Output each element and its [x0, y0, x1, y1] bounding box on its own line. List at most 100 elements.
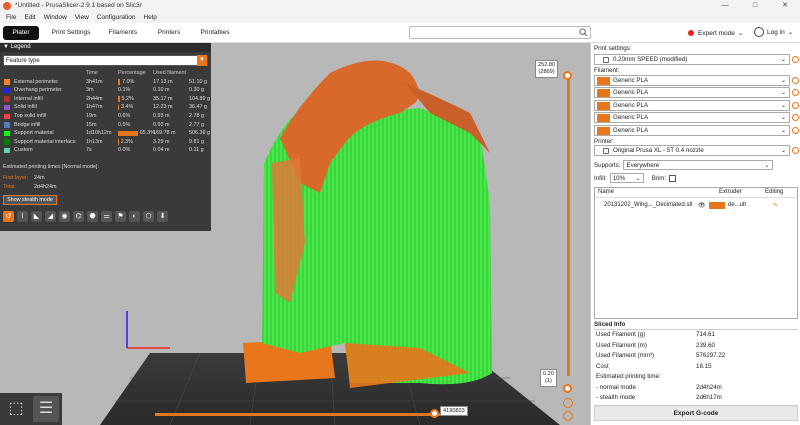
print-profile-select[interactable]: 0.20mm SPEED (modified) ⌄: [594, 54, 790, 65]
color-changes-icon[interactable]: ⬣: [87, 211, 98, 222]
printer-settings-gear-icon[interactable]: [792, 147, 799, 154]
sliced-info-key: Cost: [596, 362, 609, 370]
print-profile-value: 0.20mm SPEED (modified): [613, 56, 688, 63]
menu-window[interactable]: Window: [44, 14, 67, 21]
filament-select-2[interactable]: Generic PLA ⌄: [594, 87, 790, 99]
sliced-info-key: Used Filament (m): [596, 341, 647, 349]
layer-slider-track[interactable]: [567, 76, 570, 376]
tab-printables[interactable]: Printables: [196, 26, 234, 40]
filament-select-5[interactable]: Generic PLA ⌄: [594, 124, 790, 136]
layer-top-height: 252.80: [538, 62, 556, 68]
legend-row[interactable]: Solid infill 1h47m 3.4% 12.23 m 36.47 g: [3, 103, 208, 112]
layer-slider-top-knob[interactable]: [563, 71, 572, 80]
custom-gcodes-icon[interactable]: ⚑: [115, 211, 126, 222]
legend-feature-time: 1d10h12m: [86, 130, 112, 137]
deretractions-icon[interactable]: ◢: [45, 211, 56, 222]
tool-changes-icon[interactable]: ⌬: [73, 211, 84, 222]
shells-icon[interactable]: ⬡: [143, 211, 154, 222]
edit-icon[interactable]: ✎: [773, 202, 778, 209]
legend-row[interactable]: Support material 1d10h12m 65.3% 169.78 m 506…: [3, 129, 210, 138]
filament-select-1[interactable]: Generic PLA ⌄: [594, 75, 790, 86]
view-type-select[interactable]: Feature type ▼: [3, 55, 208, 66]
legend-header[interactable]: ▼ Legend: [0, 43, 211, 52]
legend-feature-time: 7s: [86, 147, 92, 154]
chevron-down-icon: ⌄: [737, 30, 744, 37]
move-slider-knob[interactable]: [430, 409, 439, 418]
tool-marker-icon[interactable]: ⬇: [157, 211, 168, 222]
filament-select-3[interactable]: Generic PLA ⌄: [594, 99, 790, 111]
object-row[interactable]: 20131202_Wing..._Decimated.stl 👁 de...ul…: [595, 201, 797, 211]
legend-row[interactable]: Internal infill 2h44m 5.2% 35.17 m 104.89 g: [3, 95, 210, 104]
mode-selector[interactable]: Expert mode ⌄: [688, 29, 743, 37]
legend-feature-length: 0.10 m: [153, 87, 170, 94]
filament-settings-gear-icon[interactable]: [792, 77, 799, 84]
filament-settings-gear-icon[interactable]: [792, 101, 799, 109]
center-of-gravity-icon[interactable]: ◐: [129, 211, 140, 222]
minimize-button[interactable]: —: [710, 0, 740, 11]
supports-select[interactable]: Everywhere ⌄: [623, 160, 774, 170]
tab-filaments[interactable]: Filaments: [104, 26, 142, 40]
legend-row[interactable]: Top solid infill 19m 0.6% 0.93 m 2.78 g: [3, 112, 208, 121]
prusaslicer-logo-icon: [3, 1, 11, 10]
filament-settings-gear-icon[interactable]: [792, 89, 799, 97]
menu-view[interactable]: View: [75, 14, 89, 21]
3d-view-cube-icon[interactable]: ⬚: [3, 396, 29, 422]
move-slider-track[interactable]: [155, 413, 440, 416]
legend-row[interactable]: Support material interface 1h13m 2.3% 3.29 …: [3, 138, 208, 147]
login-button[interactable]: Log in ⌄: [754, 27, 793, 37]
legend-row[interactable]: External perimeter 3h41m 7.0% 17.13 m 51.10 …: [3, 78, 208, 87]
view-type-value: Feature type: [6, 58, 40, 64]
menu-file[interactable]: File: [6, 14, 16, 21]
sliced-info-row: Used Filament (mm³) 576297.22: [594, 351, 798, 362]
menu-help[interactable]: Help: [143, 14, 156, 21]
maximize-button[interactable]: □: [740, 0, 770, 11]
legend-feature-name: Internal infill: [14, 95, 43, 102]
filament-settings-gear-icon[interactable]: [792, 126, 799, 134]
travel-icon[interactable]: ↺: [3, 211, 14, 222]
view-mode-buttons: ⬚ ☰: [0, 393, 62, 425]
filament-settings-gear-icon[interactable]: [792, 114, 799, 122]
legend-percentage-bar: [118, 104, 120, 111]
legend-feature-length: 0.93 m: [153, 121, 170, 128]
tab-printers[interactable]: Printers: [152, 26, 186, 40]
search-input[interactable]: [410, 27, 575, 38]
close-button[interactable]: ✕: [770, 0, 800, 11]
first-layer-label: First layer:: [3, 175, 29, 181]
show-stealth-mode-button[interactable]: Show stealth mode: [3, 195, 57, 205]
infill-select[interactable]: 10% ⌄: [609, 173, 644, 183]
printer-select[interactable]: Original Prusa XL - 5T 0.4 nozzle ⌄: [594, 145, 790, 156]
legend-row[interactable]: Overhang perimeter 3m 0.1% 0.10 m 0.30 g: [3, 86, 208, 95]
menu-configuration[interactable]: Configuration: [97, 14, 136, 21]
tab-print-settings[interactable]: Print Settings: [46, 26, 96, 40]
sliced-info-rows: Used Filament (g) 714.61 Used Filament (m)…: [594, 330, 798, 404]
pause-prints-icon[interactable]: ⚌: [101, 211, 112, 222]
sliced-info-value: 18.15: [696, 362, 712, 370]
preview-layers-icon[interactable]: ☰: [33, 396, 59, 422]
retractions-icon[interactable]: ◣: [31, 211, 42, 222]
seams-icon[interactable]: ◉: [59, 211, 70, 222]
export-gcode-button[interactable]: Export G-code: [594, 405, 798, 421]
brim-checkbox[interactable]: [669, 174, 677, 182]
supports-row: Supports: Everywhere ⌄: [594, 160, 774, 170]
printer-label: Printer:: [594, 138, 614, 145]
object-extruder[interactable]: de...ult: [728, 202, 746, 208]
chevron-down-icon: ⌄: [780, 102, 786, 109]
legend-feature-name: Support material: [14, 130, 54, 137]
legend-row[interactable]: Bridge infill 15m 0.5% 0.93 m 2.77 g: [3, 121, 208, 130]
layer-slider-bottom-knob[interactable]: [563, 384, 572, 393]
layer-slider-settings-icon[interactable]: [563, 398, 573, 408]
search-icon[interactable]: [579, 28, 588, 37]
layer-slider-cog-icon[interactable]: [563, 411, 573, 421]
menu-edit[interactable]: Edit: [24, 14, 35, 21]
legend-row[interactable]: Custom 7s 0.0% 0.04 m 0.11 g: [3, 146, 208, 155]
sliced-info-value: 576297.22: [696, 352, 726, 359]
legend-feature-length: 0.04 m: [153, 147, 170, 154]
eye-icon[interactable]: 👁: [698, 202, 706, 209]
sliced-info-row: Used Filament (m) 239.60: [594, 341, 798, 352]
legend-feature-name: Overhang perimeter: [14, 87, 62, 94]
filament-select-4[interactable]: Generic PLA ⌄: [594, 112, 790, 124]
wipe-icon[interactable]: ⌇: [17, 211, 28, 222]
tab-plater[interactable]: Plater: [3, 26, 39, 40]
print-settings-gear-icon[interactable]: [792, 56, 799, 63]
supports-label: Supports:: [594, 161, 621, 169]
